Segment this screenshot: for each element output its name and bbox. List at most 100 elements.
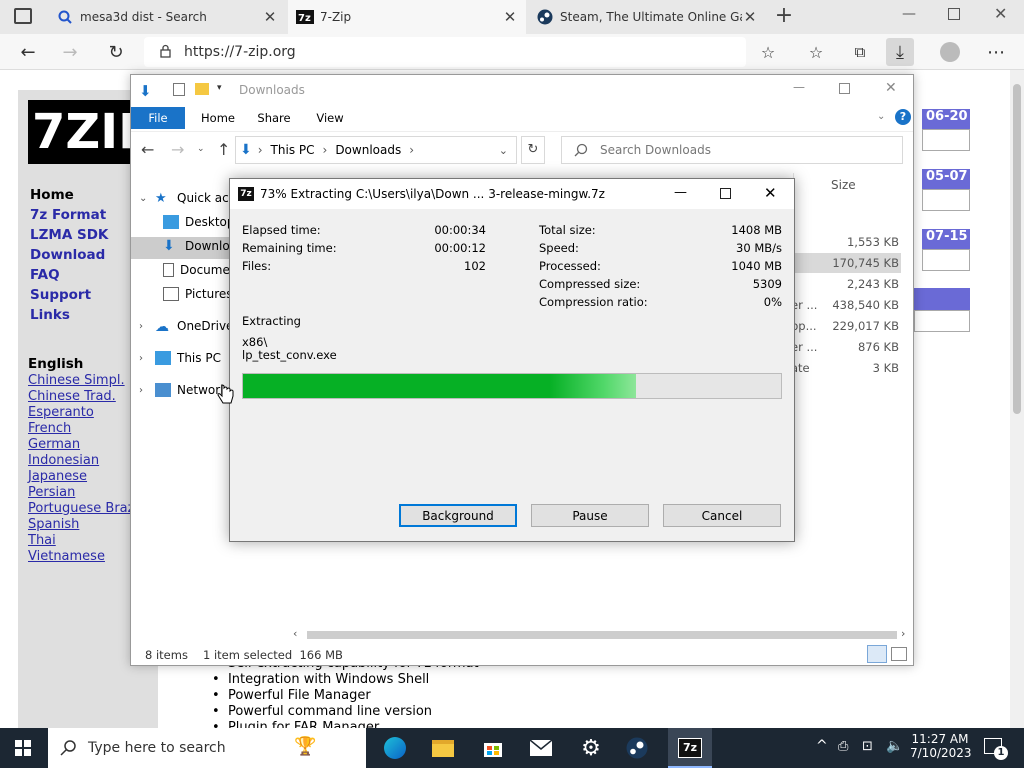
collections-icon[interactable]: ⧉: [846, 38, 874, 66]
close-icon[interactable]: ✕: [742, 8, 758, 26]
breadcrumb-downloads[interactable]: Downloads: [335, 143, 401, 157]
meet-now-icon[interactable]: ⎙: [838, 739, 848, 754]
tiles-view-icon[interactable]: [891, 647, 907, 661]
maximize-icon[interactable]: [839, 83, 850, 94]
lang-link[interactable]: French: [28, 421, 71, 436]
tab-steam[interactable]: Steam, The Ultimate Online Gam ✕: [528, 0, 766, 34]
nav-lzma-sdk[interactable]: LZMA SDK: [30, 227, 108, 243]
ribbon-tab-file[interactable]: File: [131, 107, 185, 129]
add-favorite-icon[interactable]: ☆: [754, 38, 782, 66]
nav-pictures[interactable]: Pictures: [163, 287, 233, 301]
processed-value: 1040 MB: [731, 259, 782, 273]
nav-onedrive[interactable]: › ☁ OneDrive: [139, 319, 233, 335]
ribbon-tab-view[interactable]: View: [307, 107, 353, 129]
refresh-icon[interactable]: ↻: [102, 38, 130, 66]
lang-link[interactable]: German: [28, 437, 80, 452]
maximize-icon[interactable]: [948, 8, 960, 20]
help-icon[interactable]: ?: [895, 109, 911, 125]
close-icon[interactable]: ✕: [502, 8, 518, 26]
nav-7z-format[interactable]: 7z Format: [30, 207, 106, 223]
scroll-thumb[interactable]: [1013, 84, 1021, 414]
more-icon[interactable]: ⋯: [982, 38, 1010, 66]
lang-link[interactable]: Spanish: [28, 517, 79, 532]
recent-dropdown-icon[interactable]: ⌄: [197, 144, 205, 154]
settings-gear-icon[interactable]: ⚙: [576, 734, 606, 762]
network-icon[interactable]: ⊡: [862, 739, 873, 754]
search-downloads-input[interactable]: Search Downloads: [561, 136, 903, 164]
up-icon[interactable]: ↑: [217, 140, 230, 159]
url-field[interactable]: https://7-zip.org: [144, 37, 746, 67]
lang-link[interactable]: Japanese: [28, 469, 87, 484]
lang-link[interactable]: Chinese Trad.: [28, 389, 116, 404]
horizontal-scrollbar[interactable]: ‹ ›: [293, 627, 913, 641]
edge-icon[interactable]: [380, 734, 410, 762]
back-icon[interactable]: ←: [141, 140, 154, 159]
forward-icon[interactable]: →: [171, 140, 184, 159]
close-icon[interactable]: ✕: [764, 184, 777, 202]
nav-this-pc[interactable]: › This PC: [139, 351, 221, 365]
lang-link[interactable]: Thai: [28, 533, 56, 548]
breadcrumb-this-pc[interactable]: This PC: [271, 143, 315, 157]
chevron-up-icon[interactable]: ^: [816, 738, 828, 754]
nav-download[interactable]: Download: [30, 247, 105, 263]
tab-actions-icon[interactable]: [14, 8, 32, 24]
forward-icon[interactable]: →: [56, 38, 84, 66]
lang-link[interactable]: Vietnamese: [28, 549, 105, 564]
lang-link[interactable]: Esperanto: [28, 405, 94, 420]
background-button[interactable]: Background: [399, 504, 517, 527]
taskbar-search-box[interactable]: Type here to search 🏆: [48, 728, 366, 768]
nav-desktop[interactable]: Desktop: [163, 215, 235, 229]
new-tab-button[interactable]: +: [772, 4, 796, 28]
lang-link[interactable]: Chinese Simpl.: [28, 373, 125, 388]
cancel-button[interactable]: Cancel: [663, 504, 781, 527]
properties-icon[interactable]: [173, 83, 185, 96]
pause-button[interactable]: Pause: [531, 504, 649, 527]
ribbon-tab-share[interactable]: Share: [251, 107, 297, 129]
mail-icon[interactable]: [526, 734, 556, 762]
nav-documents[interactable]: Documen: [163, 263, 237, 277]
back-icon[interactable]: ←: [14, 38, 42, 66]
lang-link[interactable]: Portuguese Braz: [28, 501, 134, 516]
nav-home[interactable]: Home: [30, 187, 74, 203]
lang-link[interactable]: Persian: [28, 485, 75, 500]
steam-icon[interactable]: [622, 734, 652, 762]
close-window-icon[interactable]: ✕: [994, 4, 1007, 23]
page-scrollbar[interactable]: [1010, 70, 1024, 728]
nav-downloads[interactable]: ⬇ Downloa: [163, 239, 237, 253]
clock[interactable]: 11:27 AM 7/10/2023: [910, 732, 972, 760]
minimize-icon[interactable]: —: [793, 80, 805, 94]
refresh-icon[interactable]: ↻: [521, 136, 545, 164]
nav-support[interactable]: Support: [30, 287, 91, 303]
qat-dropdown-icon[interactable]: ▾: [217, 83, 222, 93]
tab-7zip[interactable]: 7z 7-Zip ✕: [288, 0, 526, 34]
column-size[interactable]: Size: [831, 178, 856, 192]
7zip-taskbar-button[interactable]: 7z: [668, 728, 712, 768]
folder-icon[interactable]: [195, 83, 209, 95]
ribbon-tab-home[interactable]: Home: [193, 107, 243, 129]
elapsed-label: Elapsed time:: [242, 223, 321, 237]
news-date: 06-20: [922, 109, 970, 129]
favorites-icon[interactable]: ☆: [802, 38, 830, 66]
volume-icon[interactable]: 🔈: [886, 738, 903, 754]
compressed-label: Compressed size:: [539, 277, 641, 291]
chevron-down-icon[interactable]: ⌄: [877, 111, 885, 122]
windows-start-icon[interactable]: [8, 734, 38, 762]
scroll-thumb[interactable]: [307, 631, 897, 639]
close-icon[interactable]: ✕: [885, 80, 897, 96]
tab-search[interactable]: mesa3d dist - Search ✕: [48, 0, 286, 34]
breadcrumb[interactable]: ⬇ › This PC › Downloads › ⌄: [235, 136, 517, 164]
profile-icon[interactable]: [936, 38, 964, 66]
store-icon[interactable]: [478, 734, 508, 762]
english-heading: English: [28, 356, 84, 372]
maximize-icon[interactable]: [720, 188, 731, 199]
nav-links[interactable]: Links: [30, 307, 70, 323]
chevron-down-icon[interactable]: ⌄: [499, 144, 508, 157]
details-view-icon[interactable]: [867, 645, 887, 663]
file-explorer-icon[interactable]: [428, 734, 458, 762]
lang-link[interactable]: Indonesian: [28, 453, 99, 468]
nav-faq[interactable]: FAQ: [30, 267, 60, 283]
downloads-icon[interactable]: ⤓: [886, 38, 914, 66]
minimize-icon[interactable]: —: [674, 185, 687, 200]
minimize-icon[interactable]: —: [902, 6, 916, 22]
close-icon[interactable]: ✕: [262, 8, 278, 26]
